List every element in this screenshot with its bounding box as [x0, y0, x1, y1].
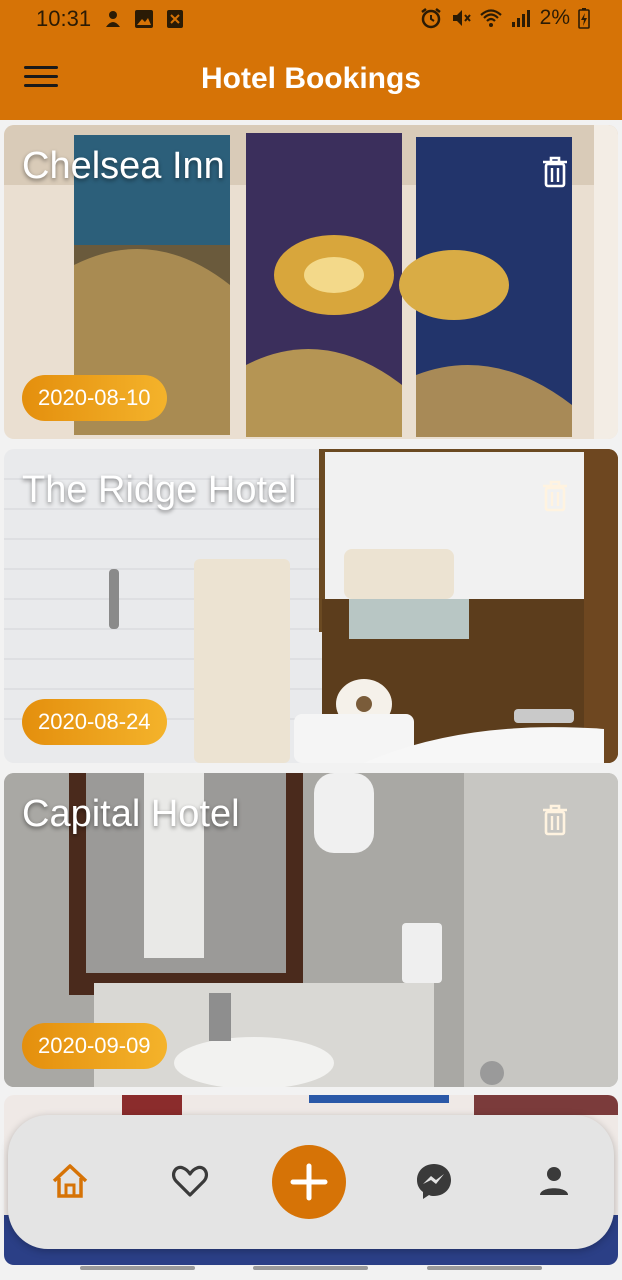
notification-icons: [104, 9, 184, 29]
system-nav-recents[interactable]: [427, 1266, 542, 1270]
page-title: Hotel Bookings: [200, 62, 421, 95]
booking-date-badge: 2020-08-24: [22, 699, 167, 745]
hotel-name: Capital Hotel: [22, 793, 240, 835]
home-icon[interactable]: [50, 1161, 90, 1201]
trash-icon[interactable]: [540, 803, 570, 837]
hotel-name: The Ridge Hotel: [22, 469, 297, 511]
trash-icon[interactable]: [540, 155, 570, 189]
status-bar: 10:31 2%: [0, 0, 622, 38]
add-icon: [290, 1163, 328, 1201]
system-nav-back[interactable]: [80, 1266, 195, 1270]
gallery-icon: [135, 10, 153, 28]
heart-icon[interactable]: [170, 1161, 210, 1201]
booking-date-badge: 2020-09-09: [22, 1023, 167, 1069]
blocked-icon: [167, 10, 183, 28]
booking-card[interactable]: The Ridge Hotel 2020-08-24: [4, 449, 618, 763]
booking-list: Chelsea Inn 2020-08-10 The Ridge Hotel 2…: [4, 125, 618, 1097]
app-bar: Hotel Bookings: [0, 38, 622, 120]
wifi-icon: [479, 9, 502, 27]
hotel-name: Chelsea Inn: [22, 145, 225, 187]
mute-icon: [452, 10, 471, 26]
battery-icon: [578, 8, 590, 29]
system-nav-home[interactable]: [253, 1266, 368, 1270]
signal-icon: [511, 10, 530, 27]
status-time: 10:31: [36, 6, 92, 31]
notification-app-icon: [106, 11, 120, 27]
booking-card[interactable]: Capital Hotel 2020-09-09: [4, 773, 618, 1087]
bottom-navigation: [8, 1115, 614, 1249]
booking-card[interactable]: Chelsea Inn 2020-08-10: [4, 125, 618, 439]
booking-date-badge: 2020-08-10: [22, 375, 167, 421]
messenger-icon[interactable]: [414, 1161, 454, 1201]
person-icon[interactable]: [534, 1161, 574, 1201]
trash-icon[interactable]: [540, 479, 570, 513]
status-right: 2%: [420, 6, 590, 30]
add-button[interactable]: [272, 1145, 346, 1219]
alarm-icon: [420, 8, 441, 29]
battery-percent: 2%: [539, 6, 570, 29]
